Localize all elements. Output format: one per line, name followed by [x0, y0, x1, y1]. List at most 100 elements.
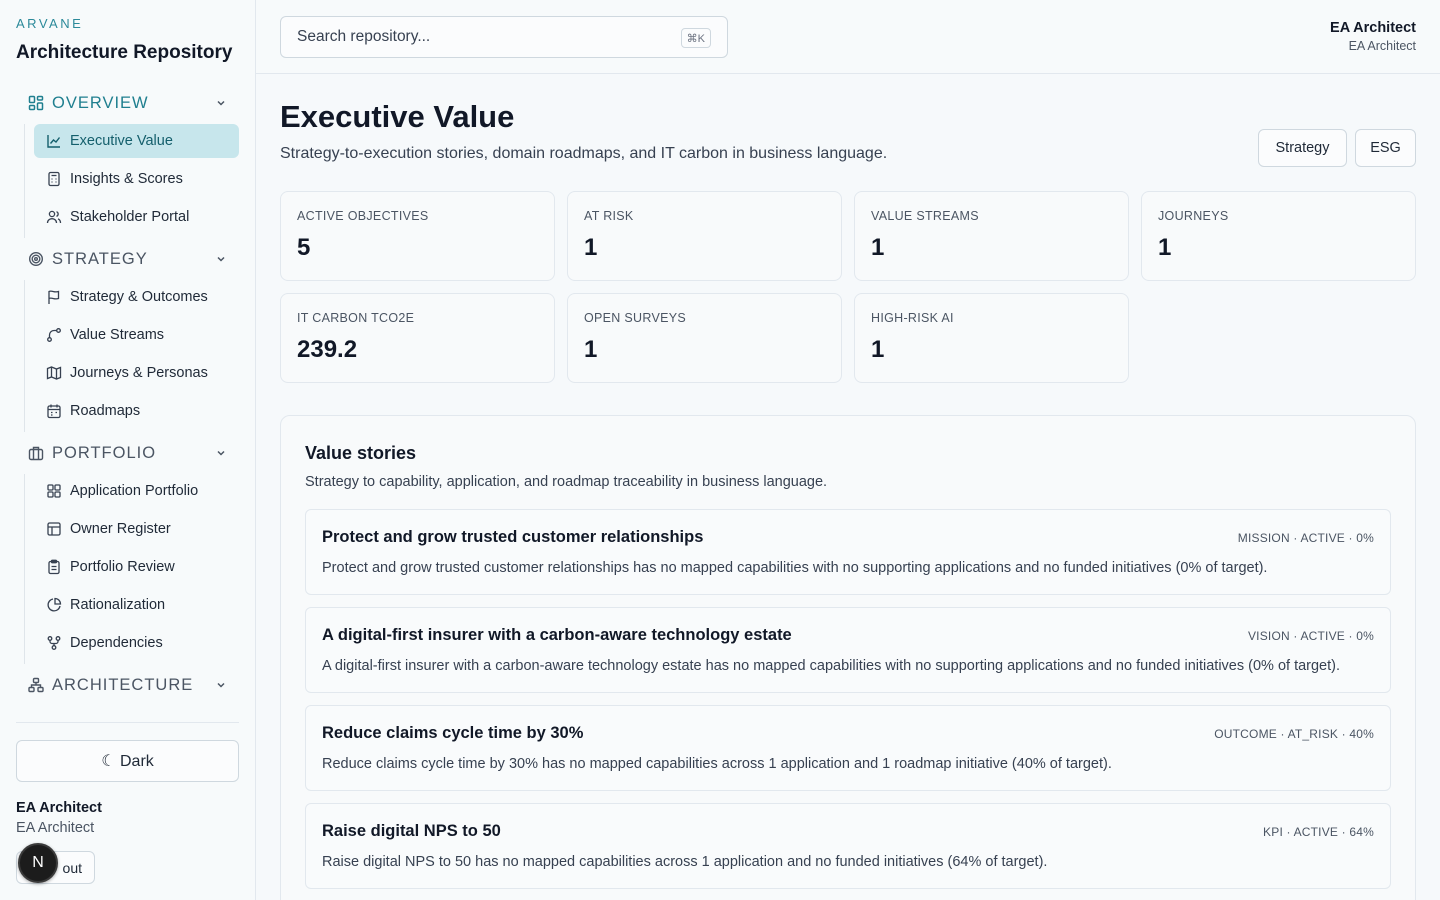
section-portfolio-items: Application Portfolio Owner Register Por…: [24, 474, 198, 664]
sidebar: ARVANE Architecture Repository OVERVIEW …: [0, 0, 256, 900]
story-title: Raise digital NPS to 50: [322, 822, 501, 840]
page-subtitle: Strategy-to-execution stories, domain ro…: [280, 145, 888, 162]
calendar-icon: [46, 403, 62, 419]
sidebar-item-rationalization[interactable]: Rationalization: [34, 588, 239, 622]
briefcase-icon: [26, 443, 46, 463]
sidebar-item-portfolio-review[interactable]: Portfolio Review: [34, 550, 239, 584]
sidebar-user-name: EA Architect: [16, 800, 102, 816]
section-architecture[interactable]: ARCHITECTURE: [16, 668, 240, 702]
page-title: Executive Value: [280, 99, 515, 134]
stat-label: JOURNEYS: [1158, 209, 1229, 223]
stat-card-it-carbon: IT CARBON TCO2E 239.2: [280, 293, 555, 383]
sidebar-item-stakeholder-portal[interactable]: Stakeholder Portal: [34, 200, 239, 234]
value-stories-subtitle: Strategy to capability, application, and…: [305, 474, 828, 490]
dashboard-grid-icon: [26, 93, 46, 113]
value-stories-panel: Value stories Strategy to capability, ap…: [280, 415, 1416, 900]
story-meta: VISION · ACTIVE · 0%: [1247, 629, 1374, 643]
target-icon: [26, 249, 46, 269]
section-portfolio[interactable]: PORTFOLIO: [16, 436, 240, 470]
section-label: STRATEGY: [52, 249, 148, 268]
sidebar-divider: [16, 722, 239, 723]
story-description: Raise digital NPS to 50 has no mapped ca…: [322, 854, 1048, 870]
sidebar-item-label: Owner Register: [70, 521, 171, 537]
strategy-button[interactable]: Strategy: [1258, 129, 1347, 167]
stat-value: 1: [871, 336, 885, 363]
sidebar-item-owner-register[interactable]: Owner Register: [34, 512, 239, 546]
sidebar-item-label: Stakeholder Portal: [70, 209, 190, 225]
value-story-card[interactable]: Reduce claims cycle time by 30% OUTCOME …: [305, 705, 1391, 791]
section-label: PORTFOLIO: [52, 443, 157, 462]
chevron-down-icon: [217, 100, 225, 106]
sidebar-item-label: Journeys & Personas: [70, 365, 208, 381]
app-title: Architecture Repository: [16, 42, 233, 63]
main-content: Executive Value Strategy-to-execution st…: [256, 75, 1440, 900]
top-user-info[interactable]: EA Architect EA Architect: [1330, 20, 1416, 53]
story-title: Reduce claims cycle time by 30%: [322, 724, 584, 742]
top-user-name: EA Architect: [1330, 20, 1416, 36]
chevron-down-icon: [217, 450, 225, 456]
stat-label: HIGH-RISK AI: [871, 311, 954, 325]
story-meta: MISSION · ACTIVE · 0%: [1237, 531, 1374, 545]
search-input[interactable]: [297, 28, 667, 46]
section-overview-items: Executive Value Insights & Scores Stakeh…: [24, 124, 239, 238]
section-overview[interactable]: OVERVIEW: [16, 86, 240, 120]
stat-value: 1: [1158, 234, 1172, 261]
stat-value: 239.2: [297, 336, 358, 363]
sidebar-item-label: Executive Value: [70, 133, 173, 149]
top-user-role: EA Architect: [1348, 39, 1416, 53]
sidebar-item-dependencies[interactable]: Dependencies: [34, 626, 239, 660]
stat-label: VALUE STREAMS: [871, 209, 979, 223]
story-title: A digital-first insurer with a carbon-aw…: [322, 626, 792, 644]
users-icon: [46, 209, 62, 225]
story-description: A digital-first insurer with a carbon-aw…: [322, 658, 1341, 674]
section-label: ARCHITECTURE: [52, 675, 194, 694]
stat-card-journeys: JOURNEYS 1: [1141, 191, 1416, 281]
stat-label: ACTIVE OBJECTIVES: [297, 209, 429, 223]
sidebar-user-role: EA Architect: [16, 820, 95, 836]
stat-card-at-risk: AT RISK 1: [567, 191, 842, 281]
story-title: Protect and grow trusted customer relati…: [322, 528, 704, 546]
sidebar-item-journeys-personas[interactable]: Journeys & Personas: [34, 356, 239, 390]
flag-icon: [46, 289, 62, 305]
sidebar-item-label: Strategy & Outcomes: [70, 289, 208, 305]
story-description: Protect and grow trusted customer relati…: [322, 560, 1268, 576]
stat-value: 1: [584, 234, 598, 261]
stat-value: 1: [584, 336, 598, 363]
git-fork-icon: [46, 635, 62, 651]
sidebar-item-label: Portfolio Review: [70, 559, 175, 575]
dark-mode-toggle[interactable]: ☾ Dark: [16, 740, 239, 782]
story-meta: OUTCOME · AT_RISK · 40%: [1214, 727, 1374, 741]
value-story-card[interactable]: A digital-first insurer with a carbon-aw…: [305, 607, 1391, 693]
sidebar-item-label: Roadmaps: [70, 403, 141, 419]
sidebar-item-label: Value Streams: [70, 327, 165, 343]
sidebar-item-strategy-outcomes[interactable]: Strategy & Outcomes: [34, 280, 239, 314]
section-strategy[interactable]: STRATEGY: [16, 242, 240, 276]
map-icon: [46, 365, 62, 381]
chevron-down-icon: [217, 682, 225, 688]
story-meta: KPI · ACTIVE · 64%: [1263, 825, 1374, 839]
stat-label: IT CARBON TCO2E: [297, 311, 415, 325]
search-box[interactable]: ⌘K: [280, 16, 728, 58]
sidebar-item-label: Rationalization: [70, 597, 166, 613]
story-description: Reduce claims cycle time by 30% has no m…: [322, 756, 1112, 772]
sidebar-item-label: Insights & Scores: [70, 171, 183, 187]
sidebar-item-roadmaps[interactable]: Roadmaps: [34, 394, 239, 428]
stat-label: AT RISK: [584, 209, 634, 223]
chevron-down-icon: [217, 256, 225, 262]
value-story-card[interactable]: Protect and grow trusted customer relati…: [305, 509, 1391, 595]
keyboard-shortcut-hint: ⌘K: [680, 28, 711, 48]
n-avatar-badge[interactable]: N: [18, 843, 58, 883]
value-story-card[interactable]: Raise digital NPS to 50 KPI · ACTIVE · 6…: [305, 803, 1391, 889]
sidebar-item-application-portfolio[interactable]: Application Portfolio: [34, 474, 239, 508]
sidebar-item-insights-scores[interactable]: Insights & Scores: [34, 162, 239, 196]
sidebar-item-executive-value[interactable]: Executive Value: [34, 124, 239, 158]
table-icon: [46, 521, 62, 537]
sidebar-item-label: Dependencies: [70, 635, 163, 651]
calculator-icon: [46, 171, 62, 187]
sidebar-item-value-streams[interactable]: Value Streams: [34, 318, 239, 352]
esg-button[interactable]: ESG: [1355, 129, 1416, 167]
stat-value: 1: [871, 234, 885, 261]
pie-chart-icon: [46, 597, 62, 613]
line-chart-icon: [46, 133, 62, 149]
stat-card-value-streams: VALUE STREAMS 1: [854, 191, 1129, 281]
